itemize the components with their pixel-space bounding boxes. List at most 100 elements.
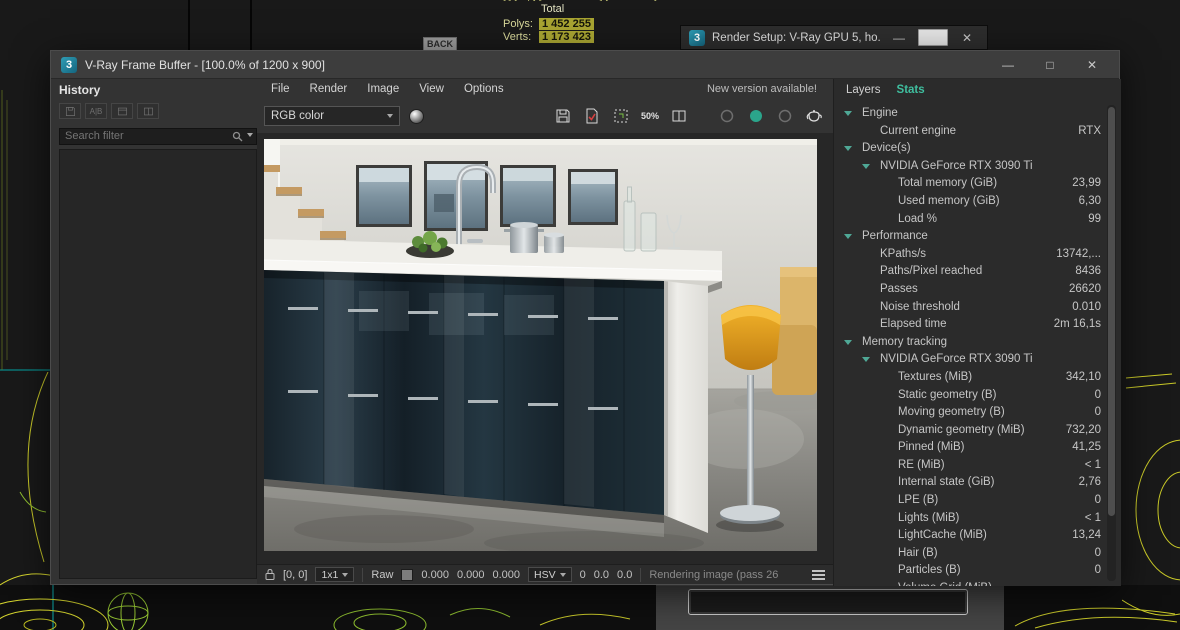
- save-image-icon[interactable]: [551, 105, 575, 127]
- tree-collapse-arrow-icon[interactable]: [844, 234, 852, 239]
- viewport-wireframe-bottom-center: [300, 595, 660, 630]
- stats-scrollbar[interactable]: [1107, 105, 1116, 581]
- stats-row: Dynamic geometry (MiB)732,20: [834, 422, 1121, 440]
- menu-view[interactable]: View: [409, 81, 454, 97]
- stats-row: LPE (B)0: [834, 492, 1121, 510]
- follow-mouse-icon[interactable]: [715, 105, 739, 127]
- new-version-link[interactable]: New version available!: [707, 83, 817, 95]
- stats-row: Pinned (MiB)41,25: [834, 439, 1121, 457]
- search-filter-caret-icon[interactable]: [247, 133, 253, 137]
- stats-row-label: Passes: [880, 283, 918, 295]
- hsv-label: HSV: [534, 569, 556, 581]
- tree-collapse-arrow-icon[interactable]: [844, 111, 852, 116]
- stats-row-value: 6,30: [1079, 193, 1101, 211]
- minimize-button[interactable]: —: [991, 54, 1025, 76]
- stats-row-value: < 1: [1085, 510, 1101, 528]
- rgb-value-r: 0.000: [421, 569, 449, 581]
- stats-row-label: Performance: [862, 230, 928, 242]
- stats-row: Moving geometry (B)0: [834, 404, 1121, 422]
- search-input[interactable]: [59, 128, 257, 145]
- stats-row[interactable]: NVIDIA GeForce RTX 3090 Ti: [834, 351, 1121, 369]
- stats-row: Internal state (GiB)2,76: [834, 474, 1121, 492]
- stats-row-label: Pinned (MiB): [898, 441, 964, 453]
- stats-row-label: Paths/Pixel reached: [880, 265, 982, 277]
- rgb-value-b: 0.000: [492, 569, 520, 581]
- chevron-down-icon: [342, 573, 348, 577]
- region-render-icon[interactable]: [609, 105, 633, 127]
- stats-row-value: 13742,...: [1056, 246, 1101, 264]
- render-setup-window-titlebar[interactable]: 3 Render Setup: V-Ray GPU 5, ho... — ✕: [680, 25, 988, 50]
- menu-image[interactable]: Image: [357, 81, 409, 97]
- close-button[interactable]: ✕: [955, 31, 979, 45]
- lock-icon[interactable]: [265, 568, 275, 581]
- stats-row: Hair (B)0: [834, 545, 1121, 563]
- stats-row-value: 342,10: [1066, 369, 1101, 387]
- hsv-value-s: 0.0: [594, 569, 609, 581]
- search-icon[interactable]: [232, 129, 243, 147]
- hsv-select[interactable]: HSV: [528, 567, 572, 582]
- stats-list-icon[interactable]: [812, 570, 825, 580]
- menu-render[interactable]: Render: [300, 81, 358, 97]
- stats-row-label: Engine: [862, 107, 898, 119]
- menu-file[interactable]: File: [261, 81, 300, 97]
- render-setup-bottom-fragment: [656, 585, 1004, 630]
- set-a-icon[interactable]: [111, 103, 133, 119]
- tab-stats[interactable]: Stats: [897, 84, 925, 96]
- save-history-icon[interactable]: [59, 103, 81, 119]
- render-last-teapot-icon[interactable]: [802, 105, 826, 127]
- stats-row-label: Used memory (GiB): [898, 195, 1000, 207]
- vfb-toolbar: RGB color: [257, 99, 833, 133]
- display-correction-icon[interactable]: [409, 109, 424, 124]
- tree-collapse-arrow-icon[interactable]: [844, 340, 852, 345]
- hsv-value-v: 0.0: [617, 569, 632, 581]
- rendered-image: [264, 139, 817, 551]
- menu-options[interactable]: Options: [454, 81, 514, 97]
- render-canvas[interactable]: [257, 133, 833, 564]
- stats-row: Lights (MiB)< 1: [834, 510, 1121, 528]
- channel-select[interactable]: RGB color: [264, 106, 400, 126]
- tree-collapse-arrow-icon[interactable]: [862, 164, 870, 169]
- stats-row: Passes26620: [834, 281, 1121, 299]
- scrollbar-thumb[interactable]: [1108, 107, 1115, 516]
- channel-value: RGB color: [271, 110, 383, 122]
- render-setup-field[interactable]: [688, 589, 968, 615]
- tab-layers[interactable]: Layers: [846, 84, 881, 96]
- maximize-button[interactable]: [918, 29, 948, 46]
- stats-row-label: KPaths/s: [880, 248, 926, 260]
- tree-collapse-arrow-icon[interactable]: [862, 357, 870, 362]
- stats-row-label: Memory tracking: [862, 336, 947, 348]
- color-swatch: [401, 569, 413, 581]
- tree-collapse-arrow-icon[interactable]: [844, 146, 852, 151]
- stats-row-value: 0.010: [1072, 299, 1101, 317]
- minimize-button[interactable]: —: [887, 31, 911, 45]
- zoom-select[interactable]: 1x1: [315, 567, 354, 582]
- vray-app-icon: 3: [61, 57, 77, 73]
- stats-row-label: Textures (MiB): [898, 371, 972, 383]
- stats-row: Total memory (GiB)23,99: [834, 175, 1121, 193]
- history-search: [59, 126, 257, 145]
- viewport-label[interactable]: [ ] [Top] [User Defined] [Wireframe]: [503, 0, 657, 3]
- history-list[interactable]: [59, 149, 257, 579]
- stats-row-label: Load %: [898, 213, 937, 225]
- set-b-icon[interactable]: [137, 103, 159, 119]
- stats-row: Current engineRTX: [834, 123, 1121, 141]
- stats-row-value: < 1: [1085, 457, 1101, 475]
- resolution-half-icon[interactable]: 50%: [638, 105, 662, 127]
- stats-row[interactable]: Engine: [834, 105, 1121, 123]
- vfb-titlebar[interactable]: 3 V-Ray Frame Buffer - [100.0% of 1200 x…: [51, 51, 1119, 79]
- compare-ab-icon[interactable]: [667, 105, 691, 127]
- close-button[interactable]: ✕: [1075, 54, 1109, 76]
- stats-row[interactable]: Device(s): [834, 140, 1121, 158]
- stats-row[interactable]: Memory tracking: [834, 334, 1121, 352]
- stop-render-icon[interactable]: [773, 105, 797, 127]
- stats-row[interactable]: Performance: [834, 228, 1121, 246]
- ab-compare-icon[interactable]: A|B: [85, 103, 107, 119]
- stats-row-label: Total memory (GiB): [898, 177, 997, 189]
- save-all-channels-icon[interactable]: [580, 105, 604, 127]
- track-mouse-render-icon[interactable]: [744, 105, 768, 127]
- stats-row[interactable]: NVIDIA GeForce RTX 3090 Ti: [834, 158, 1121, 176]
- render-status-text: Rendering image (pass 26: [649, 569, 804, 581]
- maximize-button[interactable]: □: [1033, 54, 1067, 76]
- stats-tree: EngineCurrent engineRTXDevice(s)NVIDIA G…: [834, 105, 1121, 586]
- vfb-center-area: File Render Image View Options New versi…: [257, 79, 833, 586]
